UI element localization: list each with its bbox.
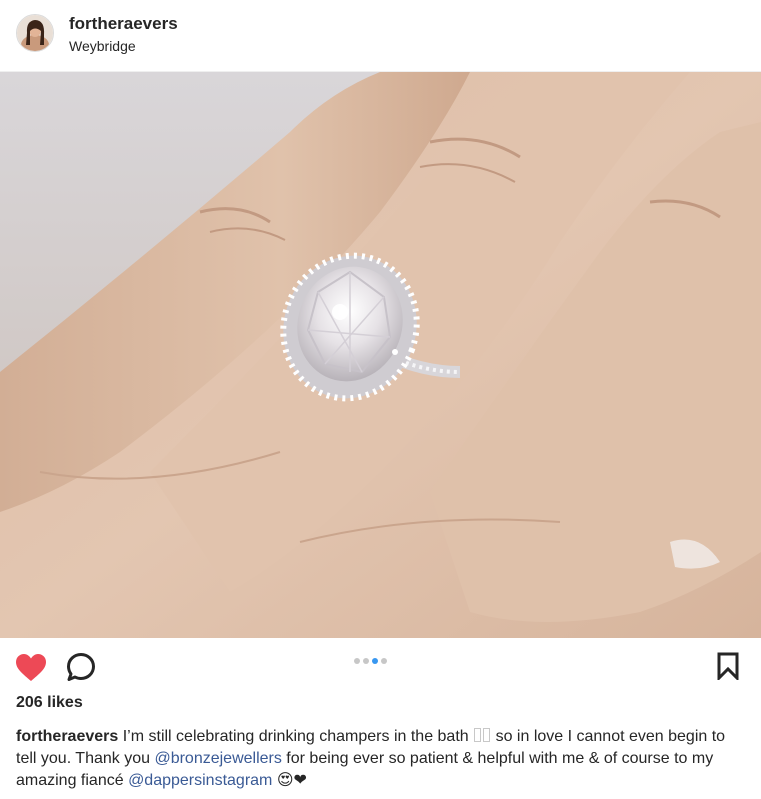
instagram-post: fortheraevers Weybridge 206 likes forthe… <box>0 0 761 799</box>
caption-username[interactable]: fortheraevers <box>16 728 118 745</box>
post-header: fortheraevers Weybridge <box>0 0 761 72</box>
bookmark-icon[interactable] <box>716 652 740 680</box>
post-photo[interactable] <box>0 72 761 638</box>
carousel-dot[interactable] <box>381 658 387 664</box>
comment-icon[interactable] <box>66 652 96 682</box>
missing-glyph-icon <box>474 728 482 742</box>
post-actions <box>0 638 761 694</box>
avatar[interactable] <box>16 14 54 52</box>
caption-text: I’m still celebrating drinking champers … <box>118 728 474 745</box>
carousel-dot[interactable] <box>354 658 360 664</box>
missing-glyph-icon <box>483 728 491 742</box>
mention-link[interactable]: @bronzejewellers <box>154 750 281 767</box>
carousel-dot-active[interactable] <box>372 658 378 664</box>
post-username[interactable]: fortheraevers <box>69 14 178 34</box>
carousel-indicator <box>354 658 387 664</box>
heart-icon[interactable] <box>15 653 47 683</box>
mention-link[interactable]: @dappersinstagram <box>128 772 272 789</box>
carousel-dot[interactable] <box>363 658 369 664</box>
post-caption: fortheraevers I’m still celebrating drin… <box>16 726 736 792</box>
likes-count[interactable]: 206 likes <box>16 694 83 712</box>
post-location[interactable]: Weybridge <box>69 38 136 54</box>
emoji: 😍❤ <box>272 772 307 789</box>
